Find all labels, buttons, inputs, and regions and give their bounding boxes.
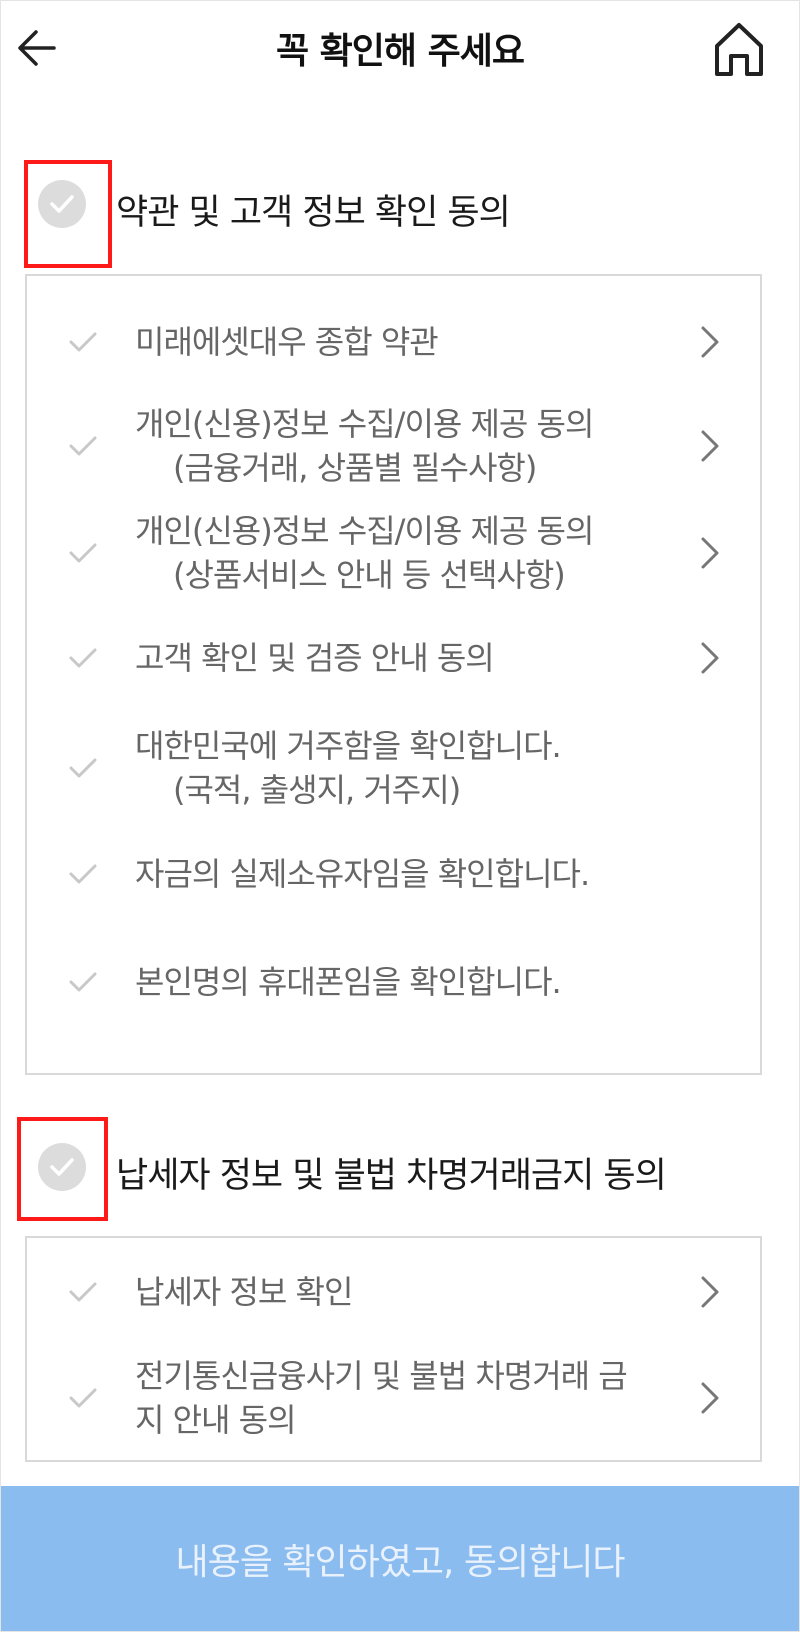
list-item-terms-6[interactable]: 자금의 실제소유자임을 확인합니다. [27,842,760,906]
chevron-right-icon[interactable] [699,641,721,675]
section-taxpayer-header: 납세자 정보 및 불법 차명거래금지 동의 [0,1117,800,1221]
chevron-right-icon[interactable] [699,1381,721,1415]
list-item-label: 미래에셋대우 종합 약관 [135,323,439,361]
chevron-right-icon[interactable] [699,429,721,463]
home-button[interactable] [712,20,766,78]
chevron-right-icon[interactable] [699,536,721,570]
chevron-right-icon[interactable] [699,1275,721,1309]
check-icon [69,972,97,992]
check-icon [69,864,97,884]
list-item-label: 자금의 실제소유자임을 확인합니다. [135,855,590,893]
list-item-taxpayer-1[interactable]: 납세자 정보 확인 [27,1260,760,1324]
list-item-label: 전기통신금융사기 및 불법 차명거래 금 지 안내 동의 [135,1357,628,1439]
chevron-right-icon[interactable] [699,325,721,359]
list-item-label: 개인(신용)정보 수집/이용 제공 동의 (금융거래, 상품별 필수사항) [135,405,594,487]
check-icon [69,1388,97,1408]
taxpayer-list: 납세자 정보 확인 전기통신금융사기 및 불법 차명거래 금 지 안내 동의 [25,1236,762,1462]
section-terms-title[interactable]: 약관 및 고객 정보 확인 동의 [116,184,511,235]
list-item-taxpayer-2[interactable]: 전기통신금융사기 및 불법 차명거래 금 지 안내 동의 [27,1350,760,1446]
page-title: 꼭 확인해 주세요 [276,31,525,72]
list-item-label: 납세자 정보 확인 [135,1273,353,1311]
check-circle-icon [50,195,74,213]
list-item-label: 고객 확인 및 검증 안내 동의 [135,639,495,677]
section-taxpayer-title[interactable]: 납세자 정보 및 불법 차명거래금지 동의 [116,1147,667,1198]
check-icon [69,1282,97,1302]
list-item-terms-5[interactable]: 대한민국에 거주함을 확인합니다. (국적, 출생지, 거주지) [27,720,760,816]
header: 꼭 확인해 주세요 [0,0,800,100]
check-icon [69,758,97,778]
section-terms-header: 약관 및 고객 정보 확인 동의 [0,160,800,268]
list-item-terms-3[interactable]: 개인(신용)정보 수집/이용 제공 동의 (상품서비스 안내 등 선택사항) [27,505,760,601]
check-icon [69,543,97,563]
list-item-terms-1[interactable]: 미래에셋대우 종합 약관 [27,310,760,374]
list-item-terms-7[interactable]: 본인명의 휴대폰임을 확인합니다. [27,950,760,1014]
check-circle-icon [50,1158,74,1176]
check-icon [69,332,97,352]
check-icon [69,648,97,668]
home-icon [715,23,763,76]
list-item-terms-4[interactable]: 고객 확인 및 검증 안내 동의 [27,626,760,690]
list-item-label: 대한민국에 거주함을 확인합니다. (국적, 출생지, 거주지) [135,727,562,809]
list-item-label: 개인(신용)정보 수집/이용 제공 동의 (상품서비스 안내 등 선택사항) [135,512,594,594]
taxpayer-agree-all-checkbox[interactable] [38,1143,86,1191]
list-item-terms-2[interactable]: 개인(신용)정보 수집/이용 제공 동의 (금융거래, 상품별 필수사항) [27,398,760,494]
list-item-label: 본인명의 휴대폰임을 확인합니다. [135,963,562,1001]
check-icon [69,436,97,456]
agree-confirm-button[interactable]: 내용을 확인하였고, 동의합니다 [0,1486,800,1632]
terms-agree-all-checkbox[interactable] [38,180,86,228]
terms-list: 미래에셋대우 종합 약관 개인(신용)정보 수집/이용 제공 동의 (금융거래,… [25,274,762,1075]
